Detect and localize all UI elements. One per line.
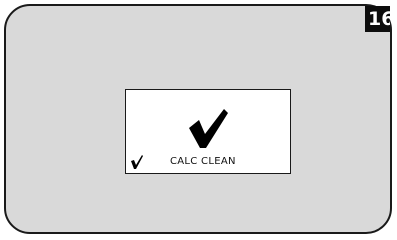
checkmark-icon [189, 109, 228, 148]
device-panel: 16 CALC CLEAN [4, 4, 392, 234]
display-screen: CALC CLEAN [125, 89, 291, 174]
page-number-badge: 16 [365, 6, 390, 32]
status-label: CALC CLEAN [170, 156, 236, 167]
status-checkmark-icon [131, 155, 143, 169]
